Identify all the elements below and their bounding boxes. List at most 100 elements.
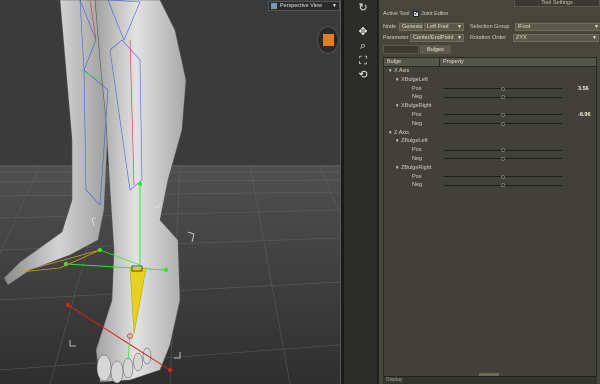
slider-knob[interactable] — [501, 112, 505, 117]
table-row[interactable]: Pos -8.96 — [384, 111, 596, 120]
rotation-order-value: ZYX — [516, 34, 527, 41]
chevron-down-icon: ▼ — [457, 23, 462, 30]
table-row[interactable]: Pos — [384, 146, 596, 155]
row-label: Neg — [412, 155, 422, 163]
table-row[interactable]: Neg — [384, 155, 596, 164]
active-tool-checkbox[interactable]: ✔ — [413, 10, 419, 17]
table-row[interactable]: ▼ X Axis — [384, 67, 596, 76]
value-slider[interactable] — [444, 156, 562, 161]
3d-viewport[interactable]: Perspective View ▼ — [0, 0, 340, 384]
pan-camera-icon[interactable]: ✥ — [356, 25, 370, 39]
table-row[interactable]: Pos 3.56 — [384, 85, 596, 94]
table-row[interactable]: ▼ XBulgeLeft — [384, 76, 596, 85]
slider-knob[interactable] — [501, 95, 505, 100]
slider-knob[interactable] — [501, 148, 505, 153]
row-name: ZBulgeLeft — [401, 138, 428, 145]
camera-toolbar: ↻ ✥ ⌕ ⛶ ⟲ — [344, 0, 378, 384]
camera-view-icon — [271, 3, 277, 9]
parameter-label: Parameter — [383, 34, 409, 41]
value-slider[interactable] — [444, 174, 562, 179]
chevron-down-icon: ▼ — [457, 34, 462, 41]
row-label: Neg — [412, 120, 422, 128]
slider-knob[interactable] — [501, 174, 505, 179]
value-slider[interactable] — [444, 86, 562, 91]
row-name: Neg — [412, 155, 423, 162]
slider-knob[interactable] — [501, 86, 505, 91]
slider-knob[interactable] — [501, 121, 505, 126]
orientation-cube-icon[interactable] — [317, 26, 339, 54]
row-label: Pos — [412, 173, 421, 181]
row-name: Neg — [412, 120, 423, 127]
row-name: Neg — [412, 182, 423, 189]
row-name: X Axis — [394, 68, 410, 74]
row-name: ZBulgeRight — [401, 164, 432, 171]
parameter-value: Center/EndPoint — [413, 34, 454, 41]
row-name: Z Axis — [394, 129, 409, 136]
row-label: ▼ ZBulgeRight — [395, 164, 431, 172]
row-label: Neg — [412, 181, 422, 189]
subtab-bar: Bulges — [383, 45, 452, 54]
row-label: ▼ ZBulgeLeft — [395, 137, 428, 145]
column-header-property: Property — [443, 59, 464, 65]
node-select-value: Left Foot — [427, 23, 449, 30]
row-name: Pos — [412, 111, 422, 118]
value-field[interactable]: 3.56 — [578, 85, 589, 93]
row-label: ▼ X Axis — [388, 67, 409, 75]
tab-general[interactable] — [383, 45, 419, 54]
value-slider[interactable] — [444, 121, 562, 126]
rotation-order-select[interactable]: ZYX ▼ — [513, 33, 599, 42]
row-label: ▼ XBulgeRight — [395, 102, 432, 110]
value-slider[interactable] — [444, 148, 562, 153]
display-section-header[interactable]: Display — [383, 376, 597, 384]
parameter-select[interactable]: Center/EndPoint ▼ — [410, 33, 464, 42]
tab-tool-settings[interactable]: Tool Settings — [514, 0, 600, 7]
active-tool-label: Active Tool — [383, 10, 410, 17]
column-header-bulge: Bulge — [384, 58, 440, 66]
row-label: Pos — [412, 85, 421, 93]
table-row[interactable]: Neg — [384, 181, 596, 190]
reset-view-icon[interactable]: ⟲ — [356, 68, 370, 82]
row-name: Pos — [412, 147, 422, 154]
camera-controls — [314, 0, 340, 80]
table-body: ▼ X Axis ▼ XBulgeLeft Pos 3.56 Neg ▼ XBulgeRight… — [384, 67, 596, 190]
rotate-camera-icon[interactable]: ↻ — [356, 1, 370, 15]
zoom-camera-icon[interactable]: ⌕ — [356, 39, 370, 53]
frame-icon[interactable]: ⛶ — [356, 54, 370, 68]
selection-group-select[interactable]: lFoot ▼ — [515, 22, 600, 31]
row-label: Pos — [412, 111, 421, 119]
tool-settings-panel: Tool Settings Active Tool ✔ Joint Editor… — [378, 0, 600, 384]
row-label: Pos — [412, 146, 421, 154]
bulge-table: Bulge Property ▼ X Axis ▼ XBulgeLeft Pos 3.56… — [383, 57, 597, 377]
row-name: Pos — [412, 85, 422, 92]
scene-render[interactable] — [0, 0, 340, 384]
selection-group-value: lFoot — [518, 23, 531, 30]
value-slider[interactable] — [444, 183, 562, 188]
active-tool-value: Joint Editor — [421, 10, 449, 17]
chevron-down-icon: ▼ — [594, 23, 599, 30]
node-row: Node Genesis Left Foot ▼ Selection Group … — [383, 22, 600, 31]
slider-knob[interactable] — [501, 183, 505, 188]
chevron-down-icon: ▼ — [592, 34, 597, 41]
figure-select[interactable]: Genesis — [399, 22, 423, 31]
row-label: Neg — [412, 93, 422, 101]
table-row[interactable]: ▼ XBulgeRight — [384, 102, 596, 111]
figure-select-value: Genesis — [402, 23, 423, 30]
node-select[interactable]: Left Foot ▼ — [424, 22, 464, 31]
active-tool-row: Active Tool ✔ Joint Editor — [383, 9, 449, 18]
row-name: XBulgeRight — [401, 103, 432, 110]
tab-bulges[interactable]: Bulges — [420, 45, 451, 54]
value-slider[interactable] — [444, 95, 562, 100]
value-slider[interactable] — [444, 112, 562, 117]
table-row[interactable]: Pos — [384, 173, 596, 182]
rotation-order-label: Rotation Order — [470, 34, 507, 41]
value-field[interactable]: -8.96 — [578, 111, 591, 119]
slider-knob[interactable] — [501, 156, 505, 161]
parameter-row: Parameter Center/EndPoint ▼ Rotation Orde… — [383, 33, 599, 42]
selection-group-label: Selection Group — [470, 23, 510, 30]
table-row[interactable]: ▼ Z Axis — [384, 129, 596, 138]
table-row[interactable]: Neg — [384, 120, 596, 129]
table-row[interactable]: ▼ ZBulgeRight — [384, 164, 596, 173]
row-name: Pos — [412, 173, 422, 180]
table-row[interactable]: ▼ ZBulgeLeft — [384, 137, 596, 146]
table-row[interactable]: Neg — [384, 93, 596, 102]
